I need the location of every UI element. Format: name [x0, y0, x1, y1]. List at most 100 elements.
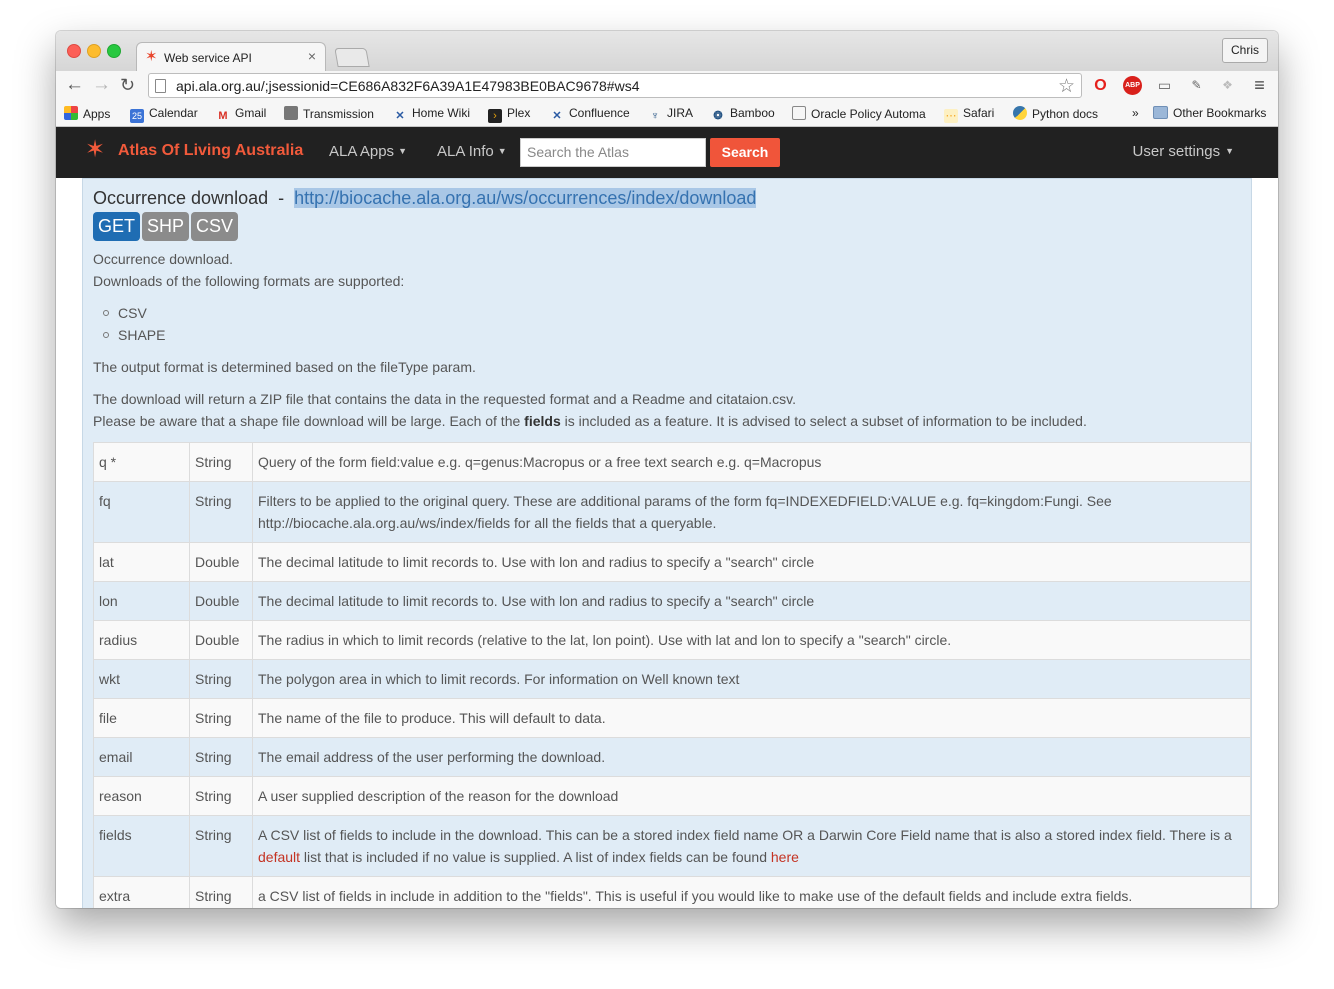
bullet-icon	[103, 332, 109, 338]
bamboo-icon: ❂	[713, 110, 723, 122]
bookmark-star-icon[interactable]: ☆	[1058, 75, 1075, 98]
bookmark-jira[interactable]: ♆ JIRA	[648, 106, 693, 123]
param-description: The email address of the user performing…	[252, 737, 1251, 777]
param-description: The radius in which to limit records (re…	[252, 620, 1251, 660]
calendar-icon: 25	[130, 109, 144, 123]
bookmark-confluence[interactable]: ✕ Confluence	[550, 106, 629, 123]
evernote-icon[interactable]: ✎	[1187, 76, 1206, 95]
site-search-button[interactable]: Search	[710, 138, 780, 167]
dropbox-icon[interactable]: ❖	[1218, 76, 1237, 95]
param-name: lon	[93, 581, 190, 621]
param-type: String	[189, 442, 253, 482]
site-search-field[interactable]	[520, 138, 706, 167]
address-bar[interactable]: api.ala.org.au/;jsessionid=CE686A832F6A3…	[148, 73, 1082, 98]
param-type: String	[189, 776, 253, 816]
tab-strip: ✶ Web service API × Chris	[56, 31, 1278, 71]
adblock-plus-icon[interactable]: ABP	[1123, 76, 1142, 95]
ala-apps-menu[interactable]: ALA Apps ▼	[329, 143, 407, 160]
new-tab-button[interactable]	[334, 48, 370, 67]
param-name: fields	[93, 815, 190, 877]
ala-info-menu[interactable]: ALA Info ▼	[437, 143, 507, 160]
param-name: email	[93, 737, 190, 777]
param-name: q *	[93, 442, 190, 482]
user-settings-menu[interactable]: User settings ▼	[1133, 143, 1234, 160]
reload-icon[interactable]: ↻	[120, 74, 135, 96]
gmail-icon: M	[218, 110, 228, 122]
table-row: email String The email address of the user…	[93, 737, 1251, 777]
param-type: String	[189, 737, 253, 777]
params-table: q * String Query of the form field:value e…	[93, 442, 1251, 908]
jira-icon: ♆	[650, 110, 660, 122]
param-description: The decimal latitude to limit records to…	[252, 542, 1251, 582]
param-name: radius	[93, 620, 190, 660]
intro-text: Occurrence download.	[93, 251, 234, 267]
opera-extension-icon[interactable]: O	[1091, 76, 1110, 95]
param-type: String	[189, 815, 253, 877]
table-row: wkt String The polygon area in which to li…	[93, 659, 1251, 699]
method-badges: GET SHP CSV	[93, 212, 240, 241]
table-row: file String The name of the file to produc…	[93, 698, 1251, 738]
shp-badge: SHP	[142, 212, 190, 241]
table-row: lon Double The decimal latitude to limit r…	[93, 581, 1251, 621]
index-fields-link[interactable]: here	[771, 849, 799, 865]
other-bookmarks-folder[interactable]: Other Bookmarks	[1153, 106, 1266, 120]
param-name: lat	[93, 542, 190, 582]
transmission-icon	[284, 106, 298, 120]
cast-icon[interactable]: ▭	[1155, 76, 1174, 95]
param-type: String	[189, 698, 253, 738]
site-search-input[interactable]	[527, 144, 697, 160]
bookmark-calendar[interactable]: 25 Calendar	[130, 106, 198, 123]
bookmark-home-wiki[interactable]: ✕ Home Wiki	[393, 106, 470, 123]
table-row: fields String A CSV list of fields to incl…	[93, 815, 1251, 877]
default-fields-link[interactable]: default	[258, 849, 300, 865]
browser-tab[interactable]: ✶ Web service API ×	[136, 42, 326, 71]
table-row: lat Double The decimal latitude to limit r…	[93, 542, 1251, 582]
table-row: extra String a CSV list of fields in inclu…	[93, 876, 1251, 908]
zoom-window-button[interactable]	[107, 44, 121, 58]
url-text[interactable]: api.ala.org.au/;jsessionid=CE686A832F6A3…	[176, 78, 640, 94]
tab-close-icon[interactable]: ×	[308, 48, 316, 64]
chrome-menu-icon[interactable]: ≡	[1250, 76, 1269, 95]
confluence-icon: ✕	[395, 110, 405, 122]
python-icon	[1013, 106, 1027, 120]
back-arrow-icon[interactable]: ←	[65, 74, 84, 96]
safari-icon: ⋯	[944, 109, 958, 123]
endpoint-title: Occurrence download - http://biocache.al…	[93, 188, 757, 208]
param-description: The decimal latitude to limit records to…	[252, 581, 1251, 621]
bookmark-oracle[interactable]: Oracle Policy Automa	[792, 106, 926, 121]
caret-down-icon: ▼	[398, 146, 407, 156]
param-type: String	[189, 481, 253, 543]
bookmark-python-docs[interactable]: Python docs	[1013, 106, 1098, 121]
caret-down-icon: ▼	[1225, 146, 1234, 156]
zip-note: The download will return a ZIP file that…	[93, 391, 797, 407]
param-name: extra	[93, 876, 190, 908]
table-row: reason String A user supplied description …	[93, 776, 1251, 816]
bookmark-gmail[interactable]: M Gmail	[216, 106, 266, 123]
get-badge: GET	[93, 212, 141, 241]
bookmarks-overflow-button[interactable]: »	[1132, 106, 1139, 120]
bookmark-plex[interactable]: › Plex	[488, 106, 530, 123]
ala-logo-icon[interactable]: ✶	[85, 138, 105, 162]
forward-arrow-icon[interactable]: →	[92, 74, 111, 96]
param-description: Filters to be applied to the original qu…	[252, 481, 1251, 543]
bookmark-bamboo[interactable]: ❂ Bamboo	[711, 106, 774, 123]
close-window-button[interactable]	[67, 44, 81, 58]
format-item: SHAPE	[103, 327, 165, 343]
param-type: Double	[189, 542, 253, 582]
param-description: A CSV list of fields to include in the d…	[252, 815, 1251, 877]
minimize-window-button[interactable]	[87, 44, 101, 58]
desc-text: A CSV list of fields to include in the d…	[258, 827, 1232, 843]
shape-note: Please be aware that a shape file downlo…	[93, 413, 1087, 429]
endpoint-url-link[interactable]: http://biocache.ala.org.au/ws/occurrence…	[294, 188, 757, 208]
bookmark-apps[interactable]: Apps	[64, 106, 110, 121]
bookmark-transmission[interactable]: Transmission	[284, 106, 374, 121]
table-row: q * String Query of the form field:value e…	[93, 442, 1251, 482]
tab-title: Web service API	[164, 51, 252, 65]
apps-grid-icon	[64, 106, 78, 120]
bullet-icon	[103, 310, 109, 316]
profile-button[interactable]: Chris	[1221, 38, 1268, 63]
site-brand[interactable]: Atlas Of Living Australia	[118, 142, 303, 160]
bookmark-safari[interactable]: ⋯ Safari	[944, 106, 994, 123]
param-name: wkt	[93, 659, 190, 699]
caret-down-icon: ▼	[497, 146, 507, 156]
